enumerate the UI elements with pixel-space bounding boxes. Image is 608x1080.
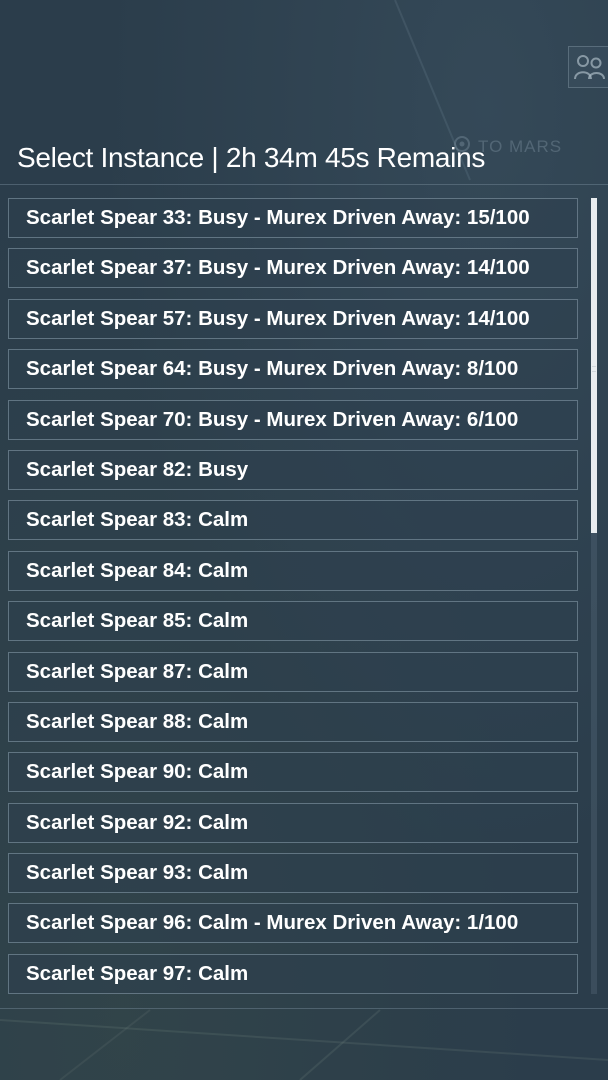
instance-row[interactable]: Scarlet Spear 90: Calm [8,752,578,793]
instance-row[interactable]: Scarlet Spear 97: Calm [8,953,578,994]
instance-row[interactable]: Scarlet Spear 96: Calm - Murex Driven Aw… [8,903,578,944]
footer-divider [0,1008,608,1009]
instance-select-screen: TO MARS Select Instance | 2h 34m 45s Rem… [0,0,608,1080]
page-title: Select Instance | 2h 34m 45s Remains [17,142,486,173]
instance-row[interactable]: Scarlet Spear 87: Calm [8,651,578,692]
list-scrollbar[interactable] [591,198,597,994]
instance-row[interactable]: Scarlet Spear 82: Busy [8,449,578,490]
instance-row[interactable]: Scarlet Spear 37: Busy - Murex Driven Aw… [8,248,578,289]
instance-row[interactable]: Scarlet Spear 33: Busy - Murex Driven Aw… [8,198,578,238]
scroll-grip-icon [592,366,596,372]
instance-row[interactable]: Scarlet Spear 57: Busy - Murex Driven Aw… [8,298,578,339]
instance-row[interactable]: Scarlet Spear 83: Calm [8,500,578,541]
instance-list: Scarlet Spear 33: Busy - Murex Driven Aw… [8,198,578,1004]
instance-row[interactable]: Scarlet Spear 84: Calm [8,550,578,591]
instance-row[interactable]: Scarlet Spear 92: Calm [8,802,578,843]
instance-row[interactable]: Scarlet Spear 85: Calm [8,601,578,642]
header-divider [0,184,608,185]
instance-row[interactable]: Scarlet Spear 64: Busy - Murex Driven Aw… [8,349,578,390]
instance-row[interactable]: Scarlet Spear 93: Calm [8,853,578,894]
players-icon[interactable] [568,46,608,88]
to-mars-text: TO MARS [478,136,563,156]
instance-row[interactable]: Scarlet Spear 70: Busy - Murex Driven Aw… [8,399,578,440]
instance-row[interactable]: Scarlet Spear 88: Calm [8,701,578,742]
